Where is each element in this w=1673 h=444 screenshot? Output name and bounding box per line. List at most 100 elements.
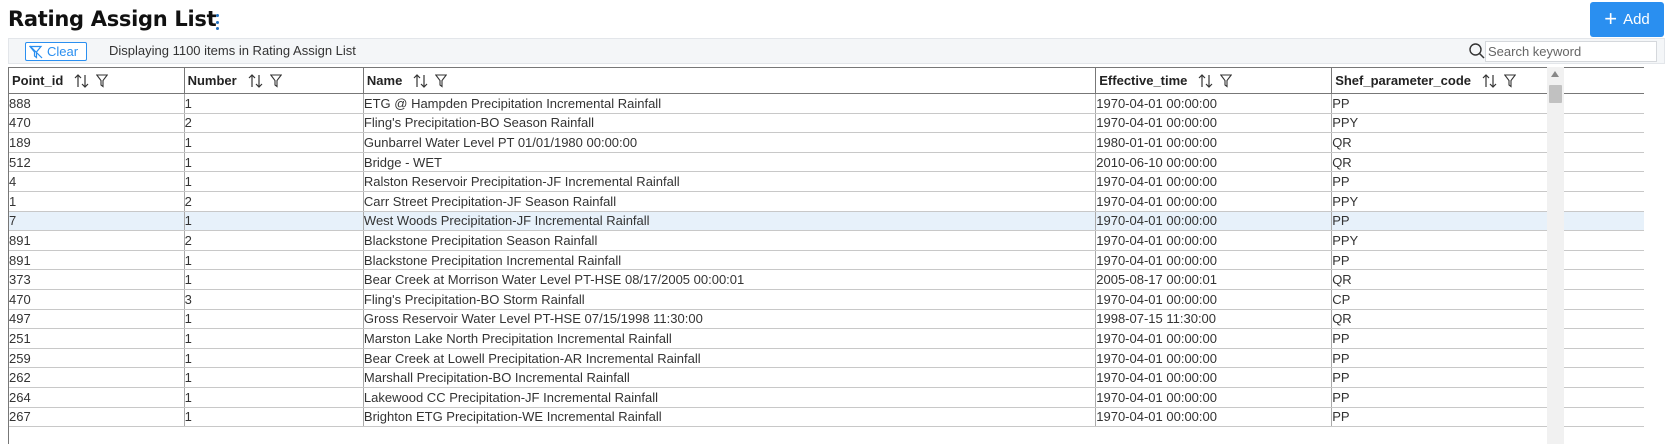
table-row[interactable]: 259 1 Bear Creek at Lowell Precipitation-A… bbox=[9, 348, 1644, 369]
cell-point-id: 891 bbox=[9, 250, 185, 271]
cell-point-id: 262 bbox=[9, 367, 185, 388]
cell-number: 3 bbox=[184, 289, 364, 310]
cell-name: Brighton ETG Precipitation-WE Incrementa… bbox=[363, 407, 1097, 428]
table-row[interactable]: 267 1 Brighton ETG Precipitation-WE Increm… bbox=[9, 407, 1644, 428]
cell-shef-parameter-code: QR bbox=[1331, 152, 1644, 173]
table-row[interactable]: 1 2 Carr Street Precipitation-JF Season Ra… bbox=[9, 191, 1644, 212]
filter-icon[interactable] bbox=[269, 73, 282, 88]
cell-name: Blackstone Precipitation Season Rainfall bbox=[363, 230, 1097, 251]
table-row[interactable]: 251 1 Marston Lake North Precipitation Inc… bbox=[9, 328, 1644, 349]
filter-icon[interactable] bbox=[1220, 73, 1233, 88]
cell-shef-parameter-code: QR bbox=[1331, 132, 1644, 153]
cell-name: Gunbarrel Water Level PT 01/01/1980 00:0… bbox=[363, 132, 1097, 153]
table-row[interactable]: 373 1 Bear Creek at Morrison Water Level P… bbox=[9, 269, 1644, 290]
cell-name: Marston Lake North Precipitation Increme… bbox=[363, 328, 1097, 349]
cell-point-id: 189 bbox=[9, 132, 185, 153]
table-row[interactable]: 4 1 Ralston Reservoir Precipitation-JF Inc… bbox=[9, 171, 1644, 192]
cell-shef-parameter-code: PP bbox=[1331, 250, 1644, 271]
add-button-label: Add bbox=[1623, 11, 1650, 28]
column-header-shef-parameter-code[interactable]: Shef_parameter_code bbox=[1331, 67, 1644, 94]
sort-icon[interactable] bbox=[73, 73, 90, 89]
clear-filters-button[interactable]: Clear bbox=[25, 42, 87, 61]
cell-shef-parameter-code: CP bbox=[1331, 289, 1644, 310]
sort-icon[interactable] bbox=[1481, 73, 1498, 89]
cell-number: 2 bbox=[184, 113, 364, 134]
cell-effective-time: 1980-01-01 00:00:00 bbox=[1095, 132, 1333, 153]
cell-effective-time: 1970-04-01 00:00:00 bbox=[1095, 367, 1333, 388]
cell-shef-parameter-code: PPY bbox=[1331, 230, 1644, 251]
column-header-content: Shef_parameter_code bbox=[1335, 73, 1644, 89]
filter-icon[interactable] bbox=[96, 73, 109, 88]
clear-filter-icon bbox=[29, 45, 43, 59]
cell-number: 1 bbox=[184, 309, 364, 330]
more-options-icon[interactable] bbox=[216, 14, 220, 30]
table-row[interactable]: 470 3 Fling's Precipitation-BO Storm Rainf… bbox=[9, 289, 1644, 310]
table-row[interactable]: 891 1 Blackstone Precipitation Incremental… bbox=[9, 250, 1644, 271]
table-row[interactable]: 262 1 Marshall Precipitation-BO Incrementa… bbox=[9, 367, 1644, 388]
cell-number: 1 bbox=[184, 152, 364, 173]
cell-name: Bear Creek at Lowell Precipitation-AR In… bbox=[363, 348, 1097, 369]
cell-shef-parameter-code: QR bbox=[1331, 269, 1644, 290]
cell-point-id: 267 bbox=[9, 407, 185, 428]
cell-number: 1 bbox=[184, 407, 364, 428]
cell-point-id: 470 bbox=[9, 113, 185, 134]
table-row[interactable]: 891 2 Blackstone Precipitation Season Rain… bbox=[9, 230, 1644, 251]
column-header-content: Name bbox=[367, 73, 1095, 89]
table-row[interactable]: 470 2 Fling's Precipitation-BO Season Rain… bbox=[9, 113, 1644, 134]
cell-name: Gross Reservoir Water Level PT-HSE 07/15… bbox=[363, 309, 1097, 330]
vertical-scrollbar[interactable] bbox=[1547, 67, 1564, 444]
sort-icon[interactable] bbox=[412, 73, 429, 89]
table-row[interactable]: 264 1 Lakewood CC Precipitation-JF Increme… bbox=[9, 387, 1644, 408]
cell-number: 1 bbox=[184, 132, 364, 153]
cell-point-id: 512 bbox=[9, 152, 185, 173]
column-header-number[interactable]: Number bbox=[184, 67, 364, 94]
cell-shef-parameter-code: PP bbox=[1331, 348, 1644, 369]
search-icon bbox=[1469, 43, 1485, 59]
add-button[interactable]: + Add bbox=[1590, 2, 1664, 37]
table-row[interactable]: 189 1 Gunbarrel Water Level PT 01/01/1980 … bbox=[9, 132, 1644, 153]
cell-number: 1 bbox=[184, 93, 364, 114]
cell-effective-time: 2010-06-10 00:00:00 bbox=[1095, 152, 1333, 173]
column-header-name[interactable]: Name bbox=[363, 67, 1097, 94]
table-row[interactable]: 888 1 ETG @ Hampden Precipitation Incremen… bbox=[9, 93, 1644, 114]
cell-point-id: 4 bbox=[9, 171, 185, 192]
column-header-effective-time[interactable]: Effective_time bbox=[1095, 67, 1333, 94]
scroll-thumb[interactable] bbox=[1549, 85, 1562, 103]
table-row[interactable]: 497 1 Gross Reservoir Water Level PT-HSE 0… bbox=[9, 309, 1644, 330]
cell-shef-parameter-code: PP bbox=[1331, 171, 1644, 192]
column-header-point-id[interactable]: Point_id bbox=[9, 67, 185, 94]
cell-effective-time: 1970-04-01 00:00:00 bbox=[1095, 93, 1333, 114]
cell-name: Lakewood CC Precipitation-JF Incremental… bbox=[363, 387, 1097, 408]
cell-number: 2 bbox=[184, 230, 364, 251]
cell-effective-time: 1970-04-01 00:00:00 bbox=[1095, 387, 1333, 408]
column-header-label: Name bbox=[366, 73, 403, 88]
cell-effective-time: 1970-04-01 00:00:00 bbox=[1095, 328, 1333, 349]
table-row[interactable]: 512 1 Bridge - WET 2010-06-10 00:00:00 QR bbox=[9, 152, 1644, 173]
cell-number: 1 bbox=[184, 348, 364, 369]
column-header-label: Point_id bbox=[12, 73, 64, 88]
column-header-content: Effective_time bbox=[1099, 73, 1331, 89]
cell-effective-time: 1970-04-01 00:00:00 bbox=[1095, 191, 1333, 212]
cell-point-id: 251 bbox=[9, 328, 185, 349]
cell-effective-time: 1998-07-15 11:30:00 bbox=[1095, 309, 1333, 330]
cell-effective-time: 2005-08-17 00:00:01 bbox=[1095, 269, 1333, 290]
cell-number: 1 bbox=[184, 387, 364, 408]
rating-assign-table: Point_id Number Name Effective_time Shef_par… bbox=[9, 67, 1644, 428]
column-header-content: Point_id bbox=[12, 73, 184, 89]
cell-point-id: 1 bbox=[9, 191, 185, 212]
scroll-up-icon[interactable] bbox=[1551, 71, 1559, 77]
cell-effective-time: 1970-04-01 00:00:00 bbox=[1095, 230, 1333, 251]
filter-icon[interactable] bbox=[1504, 73, 1517, 88]
filter-icon[interactable] bbox=[435, 73, 448, 88]
cell-name: Marshall Precipitation-BO Incremental Ra… bbox=[363, 367, 1097, 388]
search-input[interactable] bbox=[1485, 41, 1657, 62]
sort-icon[interactable] bbox=[247, 73, 264, 89]
cell-point-id: 264 bbox=[9, 387, 185, 408]
cell-point-id: 497 bbox=[9, 309, 185, 330]
sort-icon[interactable] bbox=[1197, 73, 1214, 89]
cell-effective-time: 1970-04-01 00:00:00 bbox=[1095, 407, 1333, 428]
table-row[interactable]: 7 1 West Woods Precipitation-JF Incrementa… bbox=[9, 211, 1644, 232]
cell-name: ETG @ Hampden Precipitation Incremental … bbox=[363, 93, 1097, 114]
cell-shef-parameter-code: PP bbox=[1331, 407, 1644, 428]
column-header-label: Number bbox=[187, 73, 237, 88]
